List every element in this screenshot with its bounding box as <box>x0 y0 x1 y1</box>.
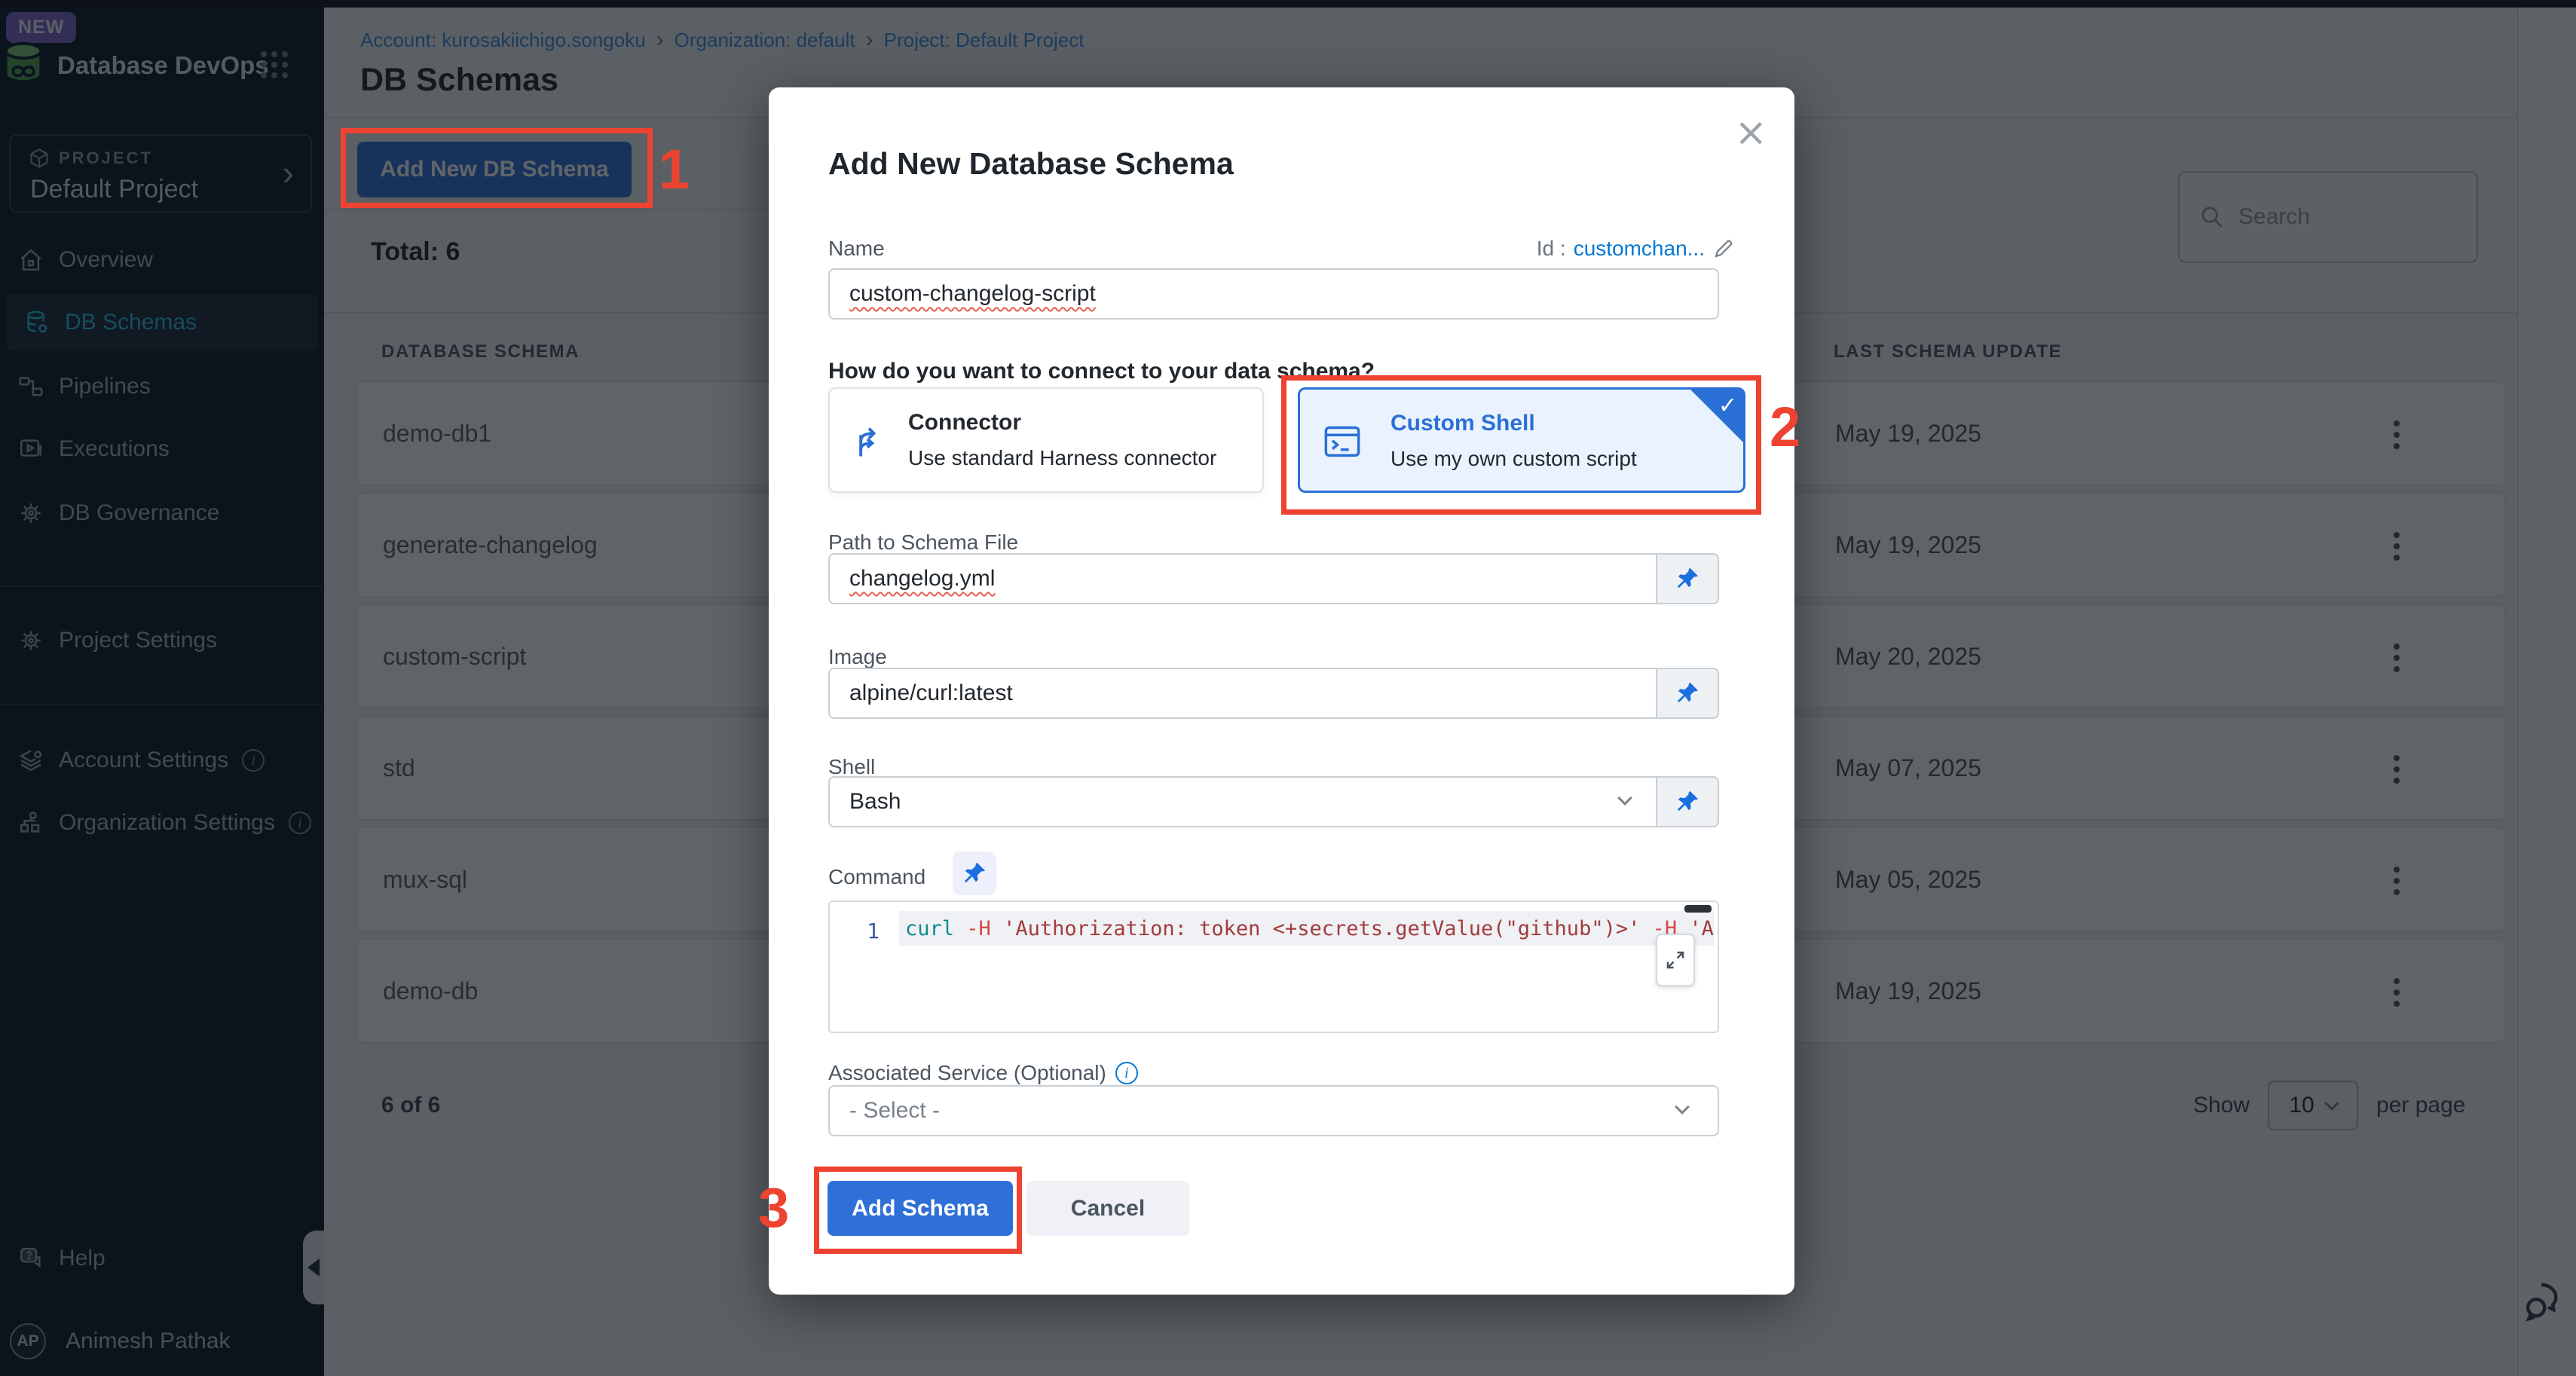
fixed-value-pin-button[interactable] <box>1656 553 1719 604</box>
pin-icon <box>1675 680 1700 706</box>
add-schema-modal: × Add New Database Schema Name Id : cust… <box>769 87 1794 1295</box>
path-label: Path to Schema File <box>828 531 1018 555</box>
annotation-number-2: 2 <box>1770 399 1800 455</box>
editor-scrollbar[interactable] <box>1684 905 1712 913</box>
command-code-editor[interactable]: 1 curl -H 'Authorization: token <+secret… <box>828 901 1719 1033</box>
name-label: Name <box>828 237 885 261</box>
cancel-button[interactable]: Cancel <box>1026 1181 1189 1236</box>
annotation-number-1: 1 <box>659 142 690 197</box>
pin-icon <box>1675 566 1700 592</box>
line-number: 1 <box>830 919 880 943</box>
info-icon[interactable]: i <box>1115 1062 1138 1084</box>
fixed-value-pin-button[interactable] <box>1656 776 1719 827</box>
id-row: Id : customchan... <box>1537 237 1735 261</box>
image-input[interactable]: alpine/curl:latest <box>828 668 1719 719</box>
chevron-down-icon <box>1617 790 1632 806</box>
annotation-box-step1 <box>341 128 653 208</box>
shell-select[interactable]: Bash <box>828 776 1719 827</box>
associated-service-label: Associated Service (Optional) i <box>828 1061 1138 1085</box>
fixed-value-pin-button[interactable] <box>953 852 996 895</box>
annotation-box-step3 <box>814 1167 1022 1254</box>
associated-service-select[interactable]: - Select - <box>828 1085 1719 1136</box>
pin-icon <box>962 861 987 886</box>
fixed-value-pin-button[interactable] <box>1656 668 1719 719</box>
connector-icon <box>849 422 889 461</box>
close-icon[interactable]: × <box>1734 113 1767 152</box>
pin-icon <box>1675 789 1700 815</box>
connector-option-card[interactable]: Connector Use standard Harness connector <box>828 387 1264 493</box>
id-value[interactable]: customchan... <box>1574 237 1705 261</box>
path-input[interactable]: changelog.yml <box>828 553 1719 604</box>
name-input[interactable]: custom-changelog-script <box>828 268 1719 320</box>
annotation-number-3: 3 <box>758 1180 789 1236</box>
command-label: Command <box>828 865 925 889</box>
command-code-line: curl -H 'Authorization: token <+secrets.… <box>905 917 1715 940</box>
id-prefix: Id : <box>1537 237 1566 261</box>
edit-pencil-icon[interactable] <box>1712 237 1735 260</box>
connector-subtitle: Use standard Harness connector <box>908 446 1216 470</box>
chevron-down-icon <box>1675 1099 1690 1115</box>
image-label: Image <box>828 645 887 669</box>
annotation-box-step2 <box>1281 375 1761 515</box>
app-root: NEW Database DevOps PROJECT <box>0 0 2576 1376</box>
connector-title: Connector <box>908 410 1021 436</box>
modal-title: Add New Database Schema <box>828 146 1234 182</box>
expand-editor-button[interactable] <box>1656 934 1695 986</box>
